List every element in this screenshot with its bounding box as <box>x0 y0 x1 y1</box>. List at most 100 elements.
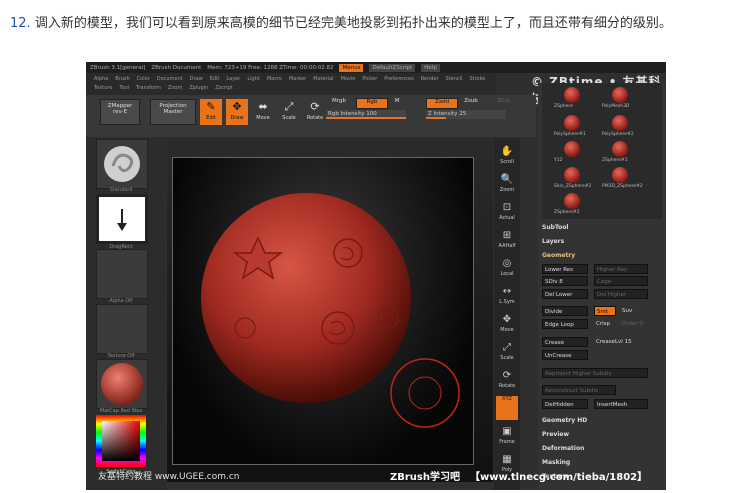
menu-item-document[interactable]: Document <box>157 76 183 82</box>
uncrease-button[interactable]: UnCrease <box>542 350 588 360</box>
tool-thumb-7[interactable] <box>612 167 628 183</box>
layers-header[interactable]: Layers <box>542 238 564 245</box>
menu-item-zoom[interactable]: Zoom <box>168 85 182 91</box>
tool-thumb-6[interactable] <box>564 167 580 183</box>
menu-item-zscript[interactable]: Zscript <box>215 85 232 91</box>
step-number: 12. <box>10 16 31 31</box>
menu-item-draw[interactable]: Draw <box>190 76 203 82</box>
reproject-button[interactable]: Reproject Higher Subdiv <box>542 368 648 378</box>
tool-thumb-0[interactable] <box>564 87 580 103</box>
tool-local[interactable]: ◎ Local <box>496 256 518 280</box>
zadd-button[interactable]: Zadd <box>426 98 458 109</box>
geometry-hd-header[interactable]: Geometry HD <box>542 417 587 424</box>
edit-button[interactable]: ✎ Edit <box>200 99 222 125</box>
alpha-thumbnail[interactable] <box>96 249 148 299</box>
crease-level-slider[interactable]: CreaseLvl 15 <box>594 337 648 347</box>
edge-loop-button[interactable]: Edge Loop <box>542 319 588 329</box>
menu-item-edit[interactable]: Edit <box>210 76 220 82</box>
subtool-header[interactable]: SubTool <box>542 224 568 231</box>
menus-button[interactable]: Menus <box>339 63 364 72</box>
rgb-button[interactable]: Rgb <box>356 98 388 109</box>
menu-item-transform[interactable]: Transform <box>136 85 161 91</box>
zscript-button[interactable]: DefaultZScript <box>369 63 416 72</box>
tool-thumb-4[interactable] <box>564 141 580 157</box>
tool-actual[interactable]: ⊡ Actual <box>496 200 518 224</box>
menu-item-render[interactable]: Render <box>421 76 439 82</box>
top-shelf: ZMapper rev-E Projection Master ✎ Edit ✥… <box>86 95 536 137</box>
menu-item-light[interactable]: Light <box>247 76 259 82</box>
brush-thumbnail[interactable] <box>96 139 148 189</box>
menu-item-marker[interactable]: Marker <box>289 76 306 82</box>
texture-thumbnail[interactable] <box>96 304 148 354</box>
cage-button[interactable]: Cage <box>594 276 648 286</box>
divide-button[interactable]: Divide <box>542 306 588 316</box>
mrgb-button[interactable]: Mrgb <box>328 98 350 107</box>
rgb-intensity-slider[interactable]: Rgb Intensity 100 <box>326 110 406 119</box>
document-frame[interactable] <box>172 157 474 465</box>
reconstruct-button[interactable]: Reconstruct Subdiv <box>542 385 616 395</box>
menu-item-movie[interactable]: Movie <box>341 76 356 82</box>
menu-item-texture[interactable]: Texture <box>94 85 112 91</box>
menu-item-macro[interactable]: Macro <box>267 76 282 82</box>
tool-xyz[interactable]: XYZ <box>496 396 518 420</box>
zcut-button[interactable]: Zcut <box>494 98 514 107</box>
order-slider[interactable]: Order 0 <box>620 319 648 329</box>
suv-button[interactable]: Suv <box>620 306 642 316</box>
preview-header[interactable]: Preview <box>542 431 569 438</box>
help-button[interactable]: Help <box>421 63 440 72</box>
menu-item-stroke[interactable]: Stroke <box>469 76 485 82</box>
masking-header[interactable]: Masking <box>542 459 570 466</box>
color-picker[interactable] <box>96 415 146 467</box>
delhidden-button[interactable]: DelHidden <box>542 399 588 409</box>
zsub-button[interactable]: Zsub <box>460 98 482 107</box>
tool-move[interactable]: ✥ Move <box>496 312 518 336</box>
menu-item-tool[interactable]: Tool <box>119 85 129 91</box>
menu-item-zplugin[interactable]: Zplugin <box>189 85 208 91</box>
rotate-button[interactable]: ⟳ Rotate <box>304 99 326 125</box>
tool-thumb-1[interactable] <box>612 87 628 103</box>
smt-button[interactable]: Smt <box>594 306 616 316</box>
scale-icon: ⤢ <box>284 100 294 113</box>
tool-thumb-8[interactable] <box>564 193 580 209</box>
material-thumbnail[interactable] <box>96 359 148 409</box>
tool-zoom[interactable]: 🔍 Zoom <box>496 172 518 196</box>
menu-item-brush[interactable]: Brush <box>115 76 129 82</box>
rgb-intensity-fill <box>326 117 406 119</box>
step-text: 调入新的模型，我们可以看到原来高模的细节已经完美地投影到拓扑出来的模型上了，而且… <box>34 16 672 31</box>
lower-res-button[interactable]: Lower Res <box>542 264 588 274</box>
scale-button[interactable]: ⤢ Scale <box>278 99 300 125</box>
menu-item-material[interactable]: Material <box>313 76 333 82</box>
tool-frame[interactable]: ▣ Frame <box>496 424 518 448</box>
tool-thumb-2[interactable] <box>564 115 580 131</box>
tool-lsym[interactable]: ↔ L.Sym <box>496 284 518 308</box>
menu-item-alpha[interactable]: Alpha <box>94 76 108 82</box>
stroke-thumbnail[interactable] <box>96 194 148 244</box>
tool-thumb-5[interactable] <box>612 141 628 157</box>
menu-item-picker[interactable]: Picker <box>362 76 377 82</box>
menu-item-stencil[interactable]: Stencil <box>446 76 463 82</box>
del-lower-button[interactable]: Del Lower <box>542 289 588 299</box>
del-higher-button[interactable]: Del Higher <box>594 289 648 299</box>
menu-item-color[interactable]: Color <box>137 76 150 82</box>
tool-thumb-label: Skin_ZSphere#2 <box>554 184 592 189</box>
tool-scroll[interactable]: ✋ Scroll <box>496 144 518 168</box>
draw-button[interactable]: ✥ Draw <box>226 99 248 125</box>
m-button[interactable]: M <box>392 98 402 107</box>
sdiv-slider[interactable]: SDiv 8 <box>542 276 588 286</box>
tool-rotate[interactable]: ⟳ Rotate <box>496 368 518 392</box>
tool-thumb-3[interactable] <box>612 115 628 131</box>
menu-item-layer[interactable]: Layer <box>226 76 240 82</box>
menu-item-preferences[interactable]: Preferences <box>384 76 413 82</box>
deformation-header[interactable]: Deformation <box>542 445 584 452</box>
insertmesh-button[interactable]: InsertMesh <box>594 399 648 409</box>
z-intensity-slider[interactable]: Z Intensity 25 <box>426 110 506 119</box>
zmapper-button[interactable]: ZMapper rev-E <box>100 99 140 125</box>
crease-button[interactable]: Crease <box>542 337 588 347</box>
move-button[interactable]: ⬌ Move <box>252 99 274 125</box>
geometry-header[interactable]: Geometry <box>542 252 575 259</box>
tool-aahalf[interactable]: ⊞ AAHalf <box>496 228 518 252</box>
higher-res-button[interactable]: Higher Res <box>594 264 648 274</box>
tool-scale[interactable]: ⤢ Scale <box>496 340 518 364</box>
projection-master-button[interactable]: Projection Master <box>150 99 196 125</box>
crisp-button[interactable]: Crisp <box>594 319 618 329</box>
